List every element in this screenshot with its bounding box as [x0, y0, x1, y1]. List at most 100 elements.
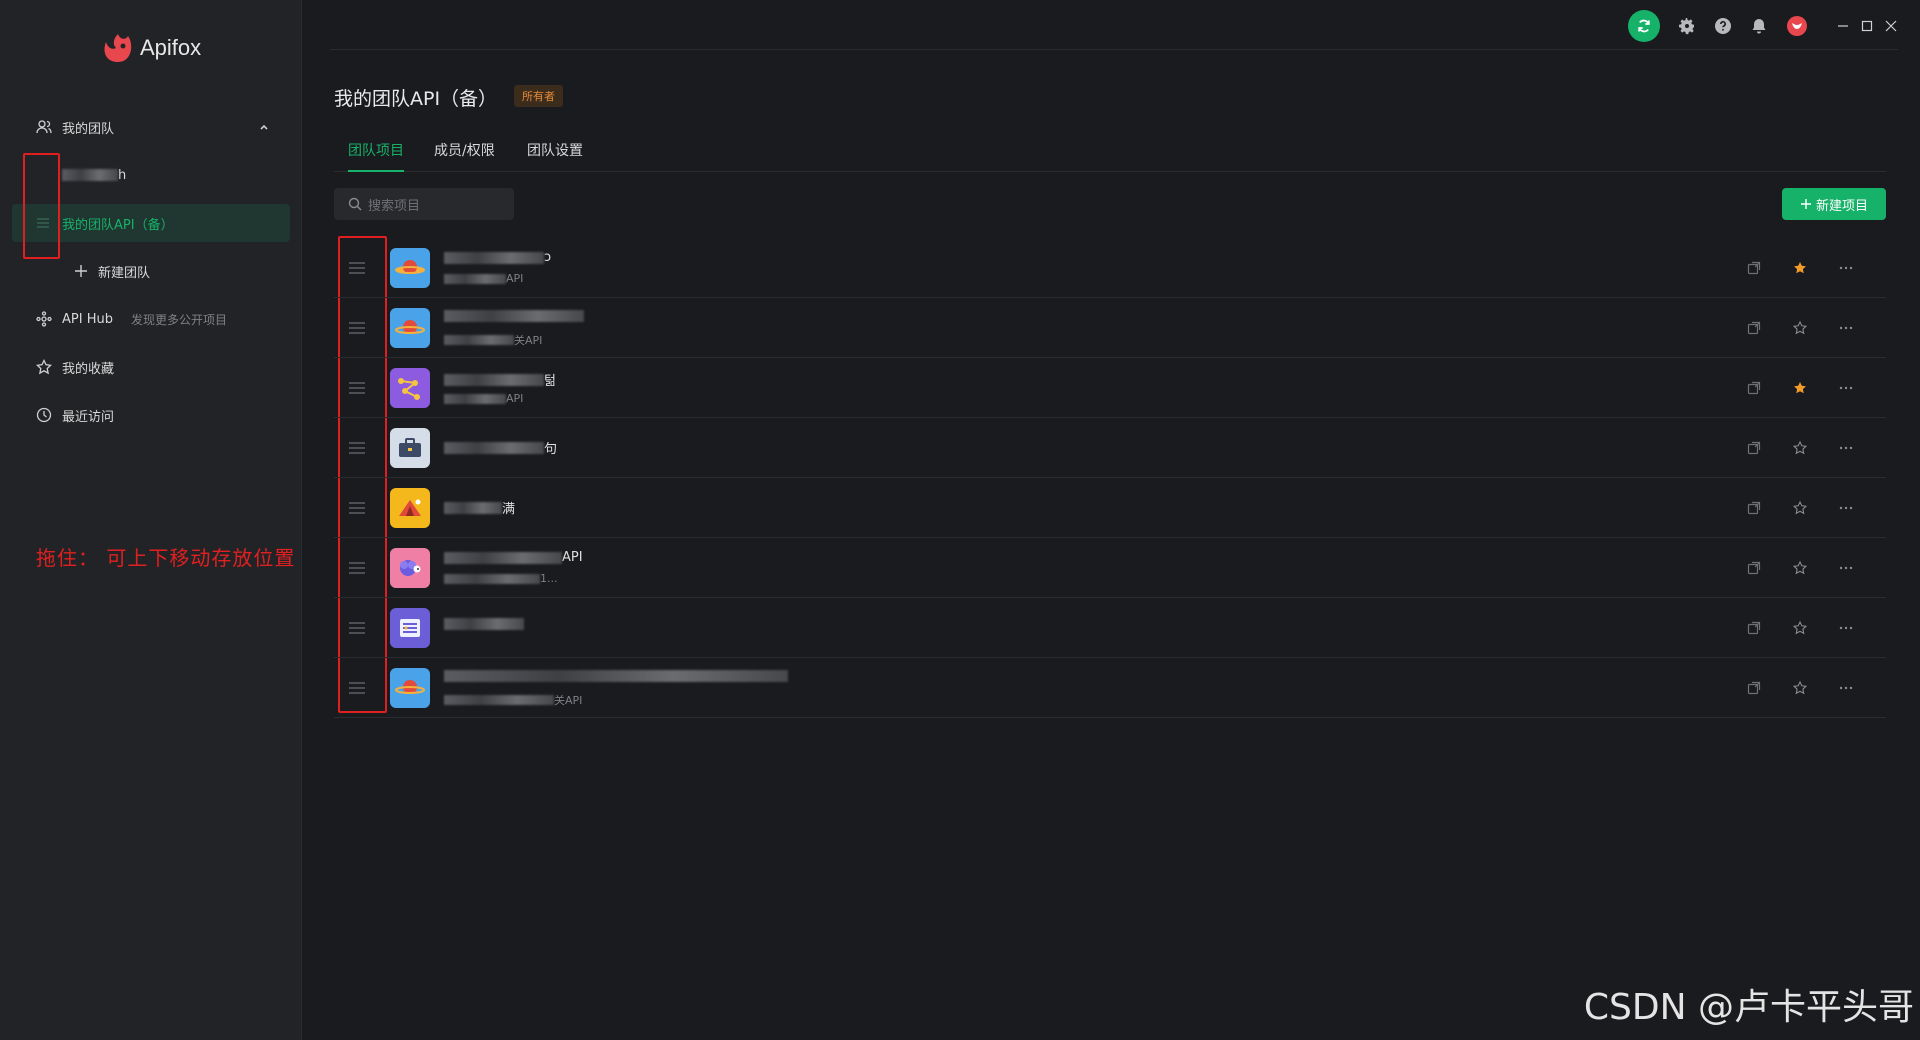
project-desc: API [444, 392, 523, 405]
open-external-icon[interactable] [1744, 318, 1764, 338]
drag-handle-icon[interactable] [348, 501, 366, 515]
open-external-icon[interactable] [1744, 498, 1764, 518]
api-hub-label: API Hub [62, 311, 113, 327]
project-name [444, 670, 788, 682]
project-row[interactable]: 满 [334, 478, 1886, 538]
tab-members[interactable]: 成员/权限 [434, 140, 495, 170]
drag-handle-icon[interactable] [348, 561, 366, 575]
help-icon[interactable] [1714, 17, 1732, 35]
my-team-label: 我的团队 [62, 121, 115, 137]
sidebar-api-hub[interactable]: API Hub 发现更多公开项目 [12, 300, 290, 338]
search-placeholder: 搜索项目 [368, 198, 421, 214]
annotation-box-sidebar [23, 153, 60, 259]
close-icon[interactable] [1884, 19, 1898, 33]
constellation-icon [390, 368, 430, 408]
project-row[interactable] [334, 598, 1886, 658]
planet-icon [390, 668, 430, 708]
clock-icon [36, 407, 52, 423]
api-hub-subtitle: 发现更多公开项目 [130, 312, 227, 327]
search-input[interactable]: 搜索项目 [334, 188, 514, 220]
project-name: 满 [444, 498, 515, 517]
sync-icon [1638, 19, 1650, 33]
team-label: 我的团队API（备） [62, 217, 174, 233]
star-filled-icon[interactable] [1790, 378, 1810, 398]
drag-handle-icon[interactable] [348, 441, 366, 455]
project-name: ɔ [444, 250, 551, 265]
project-desc: 关API [444, 332, 542, 348]
sidebar-recent[interactable]: 最近访问 [12, 396, 290, 434]
drag-handle-icon[interactable] [348, 261, 366, 275]
star-outline-icon[interactable] [1790, 318, 1810, 338]
project-row[interactable]: 关API [334, 298, 1886, 358]
project-name [444, 310, 584, 322]
annotation-text: 拖住： 可上下移动存放位置 [36, 546, 296, 570]
star-filled-icon[interactable] [1790, 258, 1810, 278]
project-row[interactable]: 턺 API [334, 358, 1886, 418]
sidebar-my-team[interactable]: 我的团队 [12, 108, 290, 146]
sync-button[interactable] [1628, 10, 1660, 42]
gear-icon[interactable] [1678, 17, 1696, 35]
star-outline-icon[interactable] [1790, 498, 1810, 518]
tab-team-projects[interactable]: 团队项目 [348, 140, 404, 172]
more-icon[interactable] [1836, 558, 1856, 578]
bell-icon[interactable] [1750, 17, 1768, 35]
tab-team-settings[interactable]: 团队设置 [527, 140, 583, 170]
project-name: 턺 [444, 370, 556, 389]
apifox-logo-icon [104, 34, 132, 62]
project-name [444, 618, 524, 630]
more-icon[interactable] [1836, 318, 1856, 338]
tent-icon [390, 488, 430, 528]
project-name: API [444, 550, 583, 565]
minimize-icon[interactable] [1836, 19, 1850, 33]
project-desc: 1... [444, 572, 558, 585]
new-project-label: 新建项目 [1815, 198, 1868, 214]
favorites-label: 我的收藏 [62, 361, 115, 377]
drag-handle-icon[interactable] [348, 681, 366, 695]
star-outline-icon[interactable] [1790, 678, 1810, 698]
open-external-icon[interactable] [1744, 378, 1764, 398]
briefcase-icon [390, 428, 430, 468]
watermark: CSDN @卢卡平头哥 [1583, 987, 1914, 1028]
more-icon[interactable] [1836, 678, 1856, 698]
star-outline-icon[interactable] [1790, 438, 1810, 458]
page-title: 我的团队API（备） [334, 88, 498, 110]
project-row[interactable]: 关API [334, 658, 1886, 718]
team-label: h [118, 167, 127, 183]
api-hub-icon [36, 311, 52, 327]
maximize-icon[interactable] [1860, 19, 1874, 33]
plus-icon [75, 265, 87, 277]
star-outline-icon[interactable] [1790, 558, 1810, 578]
star-outline-icon[interactable] [1790, 618, 1810, 638]
open-external-icon[interactable] [1744, 558, 1764, 578]
app-name: Apifox [140, 35, 202, 60]
open-external-icon[interactable] [1744, 438, 1764, 458]
project-row[interactable]: ɔ API [334, 238, 1886, 298]
open-external-icon[interactable] [1744, 258, 1764, 278]
blurred-team-name [62, 169, 118, 181]
project-row[interactable]: 句 [334, 418, 1886, 478]
drag-handle-icon[interactable] [348, 321, 366, 335]
drag-handle-icon[interactable] [348, 381, 366, 395]
drag-handle-icon[interactable] [348, 621, 366, 635]
sidebar-favorites[interactable]: 我的收藏 [12, 348, 290, 386]
app-logo: Apifox [100, 32, 201, 64]
more-icon[interactable] [1836, 258, 1856, 278]
open-external-icon[interactable] [1744, 618, 1764, 638]
list-icon [390, 608, 430, 648]
new-project-button[interactable]: 新建项目 [1782, 188, 1886, 220]
more-icon[interactable] [1836, 498, 1856, 518]
user-group-icon [36, 120, 52, 134]
project-list: ɔ API 关API 턺 API 句 满 API 1... 关API [334, 238, 1886, 718]
more-icon[interactable] [1836, 438, 1856, 458]
more-icon[interactable] [1836, 618, 1856, 638]
user-avatar-icon[interactable] [1786, 15, 1808, 37]
chevron-up-icon[interactable] [258, 121, 270, 133]
project-row[interactable]: API 1... [334, 538, 1886, 598]
sheep-icon [390, 548, 430, 588]
open-external-icon[interactable] [1744, 678, 1764, 698]
tab-bar: 团队项目 成员/权限 团队设置 [334, 132, 1886, 172]
top-bar [330, 0, 1898, 50]
owner-badge: 所有者 [514, 85, 563, 107]
star-icon [36, 359, 52, 375]
more-icon[interactable] [1836, 378, 1856, 398]
